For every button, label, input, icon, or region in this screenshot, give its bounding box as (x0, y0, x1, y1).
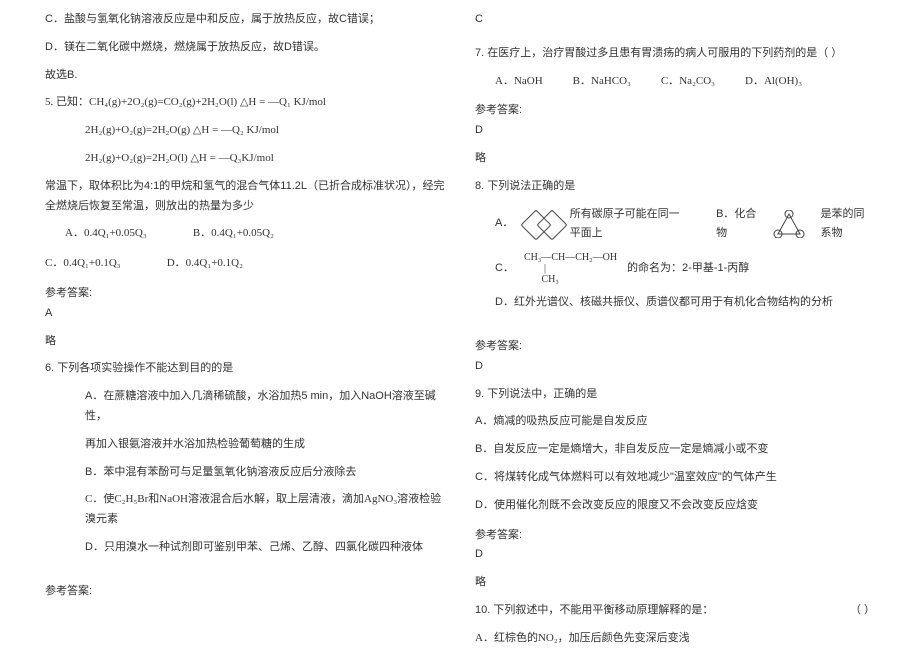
q9-skip: 略 (475, 573, 875, 593)
q7-opt-d: D．Al(OH)₃ (745, 72, 802, 92)
q8-c-text: 的命名为：2-甲基-1-丙醇 (627, 259, 749, 279)
q5-condition: 常温下，取体积比为4:1的甲烷和氢气的混合气体11.2L（已折合成标准状况），经… (45, 177, 445, 217)
q7-opt-c: C．Na₂CO₃ (661, 72, 715, 92)
q9-b: B．自发反应一定是熵增大，非自发反应一定是熵减小或不变 (475, 440, 875, 460)
q6-b: B．苯中混有苯酚可与足量氢氧化钠溶液反应后分液除去 (45, 463, 445, 483)
q9-a: A．熵减的吸热反应可能是自发反应 (475, 412, 875, 432)
q7-skip: 略 (475, 149, 875, 169)
q5-options-row2: C．0.4Q₁+0.1Q₃ D．0.4Q₁+0.1Q₂ (45, 254, 445, 274)
q10-a: A．红棕色的NO₂，加压后颜色先变深后变浅 (475, 629, 875, 649)
q7-stem: 7. 在医疗上，治疗胃酸过多且患有胃溃疡的病人可服用的下列药剂的是（ ） (475, 44, 875, 64)
q8-answer: D (475, 357, 875, 377)
q10-stem: 10. 下列叙述中，不能用平衡移动原理解释的是： （ ） (475, 601, 875, 621)
q5-opt-d: D．0.4Q₁+0.1Q₂ (167, 257, 243, 269)
q8-row-ab: A． 所有碳原子可能在同一平面上 B．化合物 是苯的同系物 (495, 205, 875, 245)
q7-answer-label: 参考答案: (475, 101, 875, 121)
q5-skip: 略 (45, 332, 445, 352)
q9-answer: D (475, 545, 875, 565)
left-column: C．盐酸与氢氧化钠溶液反应是中和反应，属于放热反应，故C错误； D．镁在二氧化碳… (30, 10, 460, 641)
right-column: C 7. 在医疗上，治疗胃酸过多且患有胃溃疡的病人可服用的下列药剂的是（ ） A… (460, 10, 890, 641)
q7-opt-b: B．NaHCO₃ (573, 72, 631, 92)
explain-c: C．盐酸与氢氧化钠溶液反应是中和反应，属于放热反应，故C错误； (45, 10, 445, 30)
explain-d: D．镁在二氧化碳中燃烧，燃烧属于放热反应，故D错误。 (45, 38, 445, 58)
q5-opt-b: B．0.4Q₁+0.05Q₂ (193, 227, 274, 239)
q6-answer-label: 参考答案: (45, 582, 445, 602)
q8-a-prefix: A． (495, 214, 513, 234)
q5-answer-label: 参考答案: (45, 284, 445, 304)
q5-opt-a: A．0.4Q₁+0.05Q₃ (65, 227, 147, 239)
q5-opt-c: C．0.4Q₁+0.1Q₃ (45, 257, 121, 269)
naphthalene-icon (523, 212, 559, 236)
q5-eq3: 2H₂(g)+O₂(g)=2H₂O(l) △H = —Q₃KJ/mol (45, 149, 445, 169)
q9-stem: 9. 下列说法中，正确的是 (475, 385, 875, 405)
q9-c: C．将煤转化成气体燃料可以有效地减少"温室效应"的气体产生 (475, 468, 875, 488)
q5-answer: A (45, 304, 445, 324)
q9-answer-label: 参考答案: (475, 526, 875, 546)
chem-structure-icon: CH₃—CH—CH₂—OH | CH₃ (524, 252, 617, 285)
prev-answer-c: C (475, 10, 875, 30)
q6-a1b: 再加入银氨溶液并水浴加热检验葡萄糖的生成 (45, 435, 445, 455)
q6-c: C．使C₂H₅Br和NaOH溶液混合后水解，取上层清液，滴加AgNO₃溶液检验溴… (45, 490, 445, 530)
select-b: 故选B. (45, 66, 445, 86)
q5-stem: 5. 已知：CH₄(g)+2O₂(g)=CO₂(g)+2H₂O(l) △H = … (45, 93, 445, 113)
q8-d: D．红外光谱仪、核磁共振仪、质谱仪都可用于有机化合物结构的分析 (495, 293, 875, 313)
q6-a1: A．在蔗糖溶液中加入几滴稀硫酸，水浴加热5 min，加入NaOH溶液至碱性， (45, 387, 445, 427)
q8-b-prefix: B．化合物 (716, 205, 758, 245)
q8-stem: 8. 下列说法正确的是 (475, 177, 875, 197)
q7-options: A．NaOH B．NaHCO₃ C．Na₂CO₃ D．Al(OH)₃ (495, 72, 875, 92)
q8-a-text: 所有碳原子可能在同一平面上 (570, 205, 688, 245)
q8-c-prefix: C． (495, 259, 514, 279)
q5-eq2: 2H₂(g)+O₂(g)=2H₂O(g) △H = —Q₂ KJ/mol (45, 121, 445, 141)
q8-b-text: 是苯的同系物 (820, 205, 875, 245)
q8-answer-label: 参考答案: (475, 337, 875, 357)
q9-d: D．使用催化剂既不会改变反应的限度又不会改变反应焓变 (475, 496, 875, 516)
q7-answer: D (475, 121, 875, 141)
q6-stem: 6. 下列各项实验操作不能达到目的的是 (45, 359, 445, 379)
q7-opt-a: A．NaOH (495, 72, 543, 92)
q6-d: D．只用溴水一种试剂即可鉴别甲苯、己烯、乙醇、四氯化碳四种液体 (45, 538, 445, 558)
q10-paren: （ ） (850, 601, 875, 621)
q8-row-c: C． CH₃—CH—CH₂—OH | CH₃ 的命名为：2-甲基-1-丙醇 (495, 252, 875, 285)
triphenyl-icon (768, 210, 810, 238)
q5-options-row1: A．0.4Q₁+0.05Q₃ B．0.4Q₁+0.05Q₂ (45, 224, 445, 244)
q8-options: A． 所有碳原子可能在同一平面上 B．化合物 是苯的同系物 C． CH₃—CH—… (495, 205, 875, 313)
